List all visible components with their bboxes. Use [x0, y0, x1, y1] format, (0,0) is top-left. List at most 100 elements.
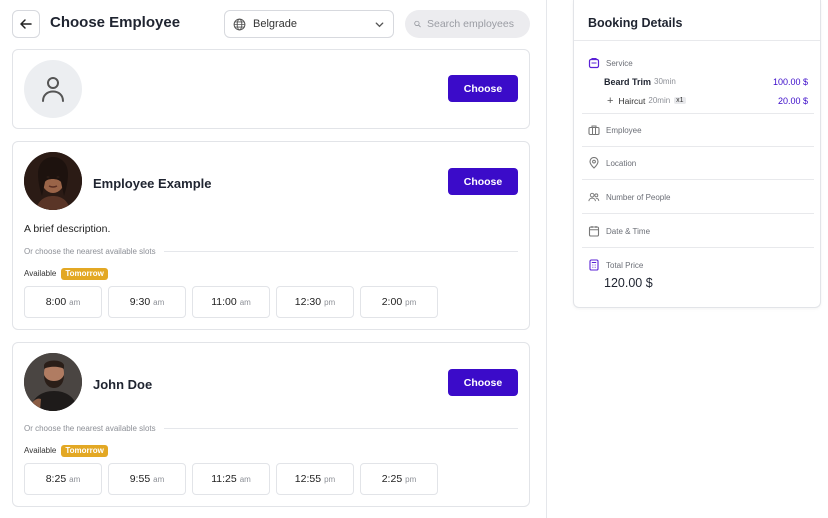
service-label-row: Service [588, 56, 633, 70]
employee-card-john-doe: John Doe Choose Or choose the nearest av… [12, 342, 530, 507]
slot-period: am [153, 297, 165, 307]
choose-employee-example-button[interactable]: Choose [448, 168, 518, 195]
location-value: Belgrade [253, 18, 298, 30]
time-slot[interactable]: 9:30 am [108, 286, 186, 318]
service-name: Beard Trim [604, 76, 652, 87]
time-slot[interactable]: 2:00 pm [360, 286, 438, 318]
slot-period: pm [324, 297, 336, 307]
slot-period: am [69, 474, 81, 484]
people-label-row: Number of People [588, 190, 670, 204]
briefcase-icon [588, 124, 600, 136]
search-box[interactable] [405, 10, 530, 38]
avatar-placeholder [24, 60, 82, 118]
slot-time: 9:55 [129, 473, 151, 485]
time-slot[interactable]: 12:55 pm [276, 463, 354, 495]
datetime-label-row: Date & Time [588, 224, 650, 238]
slot-list: 8:00 am 9:30 am 11:00 am 12:30 pm 2:00 pm [24, 286, 438, 318]
slot-period: pm [405, 297, 417, 307]
divider [582, 179, 814, 180]
tomorrow-badge: Tomorrow [61, 444, 108, 457]
service-line: Beard Trim 30min 100.00 $ [604, 75, 808, 88]
total-label: Total Price [606, 260, 644, 270]
back-button[interactable] [12, 10, 40, 38]
page-title: Choose Employee [50, 14, 181, 31]
divider-line [163, 250, 518, 252]
time-slot[interactable]: 8:25 am [24, 463, 102, 495]
divider-line [163, 427, 518, 429]
employee-label: Employee [606, 125, 642, 135]
slot-time: 2:25 [381, 473, 403, 485]
availability-row: Available Tomorrow [24, 267, 108, 280]
slot-time: 2:00 [381, 296, 403, 308]
avatar [24, 353, 82, 411]
employee-photo [24, 353, 82, 411]
nearest-slots-divider: Or choose the nearest available slots [24, 245, 518, 257]
total-label-row: Total Price [588, 258, 643, 272]
employee-label-row: Employee [588, 123, 642, 137]
divider [582, 213, 814, 214]
slot-period: am [153, 474, 165, 484]
booking-details-panel: Booking Details Service Beard Trim 30min… [573, 0, 821, 308]
slot-time: 8:25 [45, 473, 67, 485]
extra-service-qty: x1 [674, 97, 686, 104]
users-icon [588, 191, 600, 203]
service-duration: 30min [654, 77, 676, 86]
people-label: Number of People [606, 192, 671, 202]
extra-service-price: 20.00 $ [777, 95, 808, 106]
employee-photo [24, 152, 82, 210]
time-slot[interactable]: 9:55 am [108, 463, 186, 495]
chevron-down-icon [375, 21, 384, 27]
time-slot[interactable]: 2:25 pm [360, 463, 438, 495]
search-input[interactable] [427, 18, 521, 30]
nearest-slots-divider: Or choose the nearest available slots [24, 422, 518, 434]
slot-time: 11:25 [211, 473, 237, 485]
user-icon [42, 77, 64, 102]
slot-time: 9:30 [129, 296, 151, 308]
slot-period: pm [324, 474, 336, 484]
time-slot[interactable]: 11:25 am [192, 463, 270, 495]
slot-period: pm [405, 474, 417, 484]
arrow-left-icon [20, 19, 32, 29]
slot-time: 12:55 [294, 473, 322, 485]
slot-time: 12:30 [294, 296, 322, 308]
extra-service-duration: 20min [648, 96, 671, 105]
location-select[interactable]: Belgrade [224, 10, 394, 38]
slot-time: 11:00 [211, 296, 237, 308]
nearest-slots-label: Or choose the nearest available slots [24, 423, 156, 433]
calculator-icon [588, 259, 600, 271]
slot-period: am [239, 474, 251, 484]
slot-period: am [69, 297, 81, 307]
time-slot[interactable]: 12:30 pm [276, 286, 354, 318]
choose-any-button[interactable]: Choose [448, 75, 518, 102]
extra-service-line: + Haircut 20min x1 20.00 $ [604, 94, 808, 107]
available-label: Available [24, 269, 57, 278]
available-label: Available [24, 446, 57, 455]
employee-name: Employee Example [93, 176, 212, 191]
divider [582, 113, 814, 114]
employee-card-any: Choose [12, 49, 530, 129]
divider [582, 247, 814, 248]
employee-name: John Doe [93, 377, 153, 392]
booking-title: Booking Details [588, 16, 683, 30]
service-price: 100.00 $ [772, 76, 808, 87]
slot-period: am [239, 297, 251, 307]
calendar-icon [588, 225, 600, 237]
total-price: 120.00 $ [604, 276, 653, 290]
employee-card-employee-example: Employee Example Choose A brief descript… [12, 141, 530, 330]
time-slot[interactable]: 11:00 am [192, 286, 270, 318]
time-slot[interactable]: 8:00 am [24, 286, 102, 318]
location-label: Location [606, 158, 637, 168]
tomorrow-badge: Tomorrow [61, 267, 108, 280]
service-label: Service [606, 58, 633, 68]
globe-icon [233, 18, 246, 30]
availability-row: Available Tomorrow [24, 444, 108, 457]
plus-icon: + [607, 94, 614, 107]
search-icon [414, 20, 421, 28]
slot-list: 8:25 am 9:55 am 11:25 am 12:55 pm 2:25 pm [24, 463, 438, 495]
nearest-slots-label: Or choose the nearest available slots [24, 246, 156, 256]
location-label-row: Location [588, 156, 636, 170]
map-pin-icon [588, 157, 600, 169]
choose-john-doe-button[interactable]: Choose [448, 369, 518, 396]
extra-service-name: Haircut [618, 95, 646, 106]
datetime-label: Date & Time [606, 226, 651, 236]
